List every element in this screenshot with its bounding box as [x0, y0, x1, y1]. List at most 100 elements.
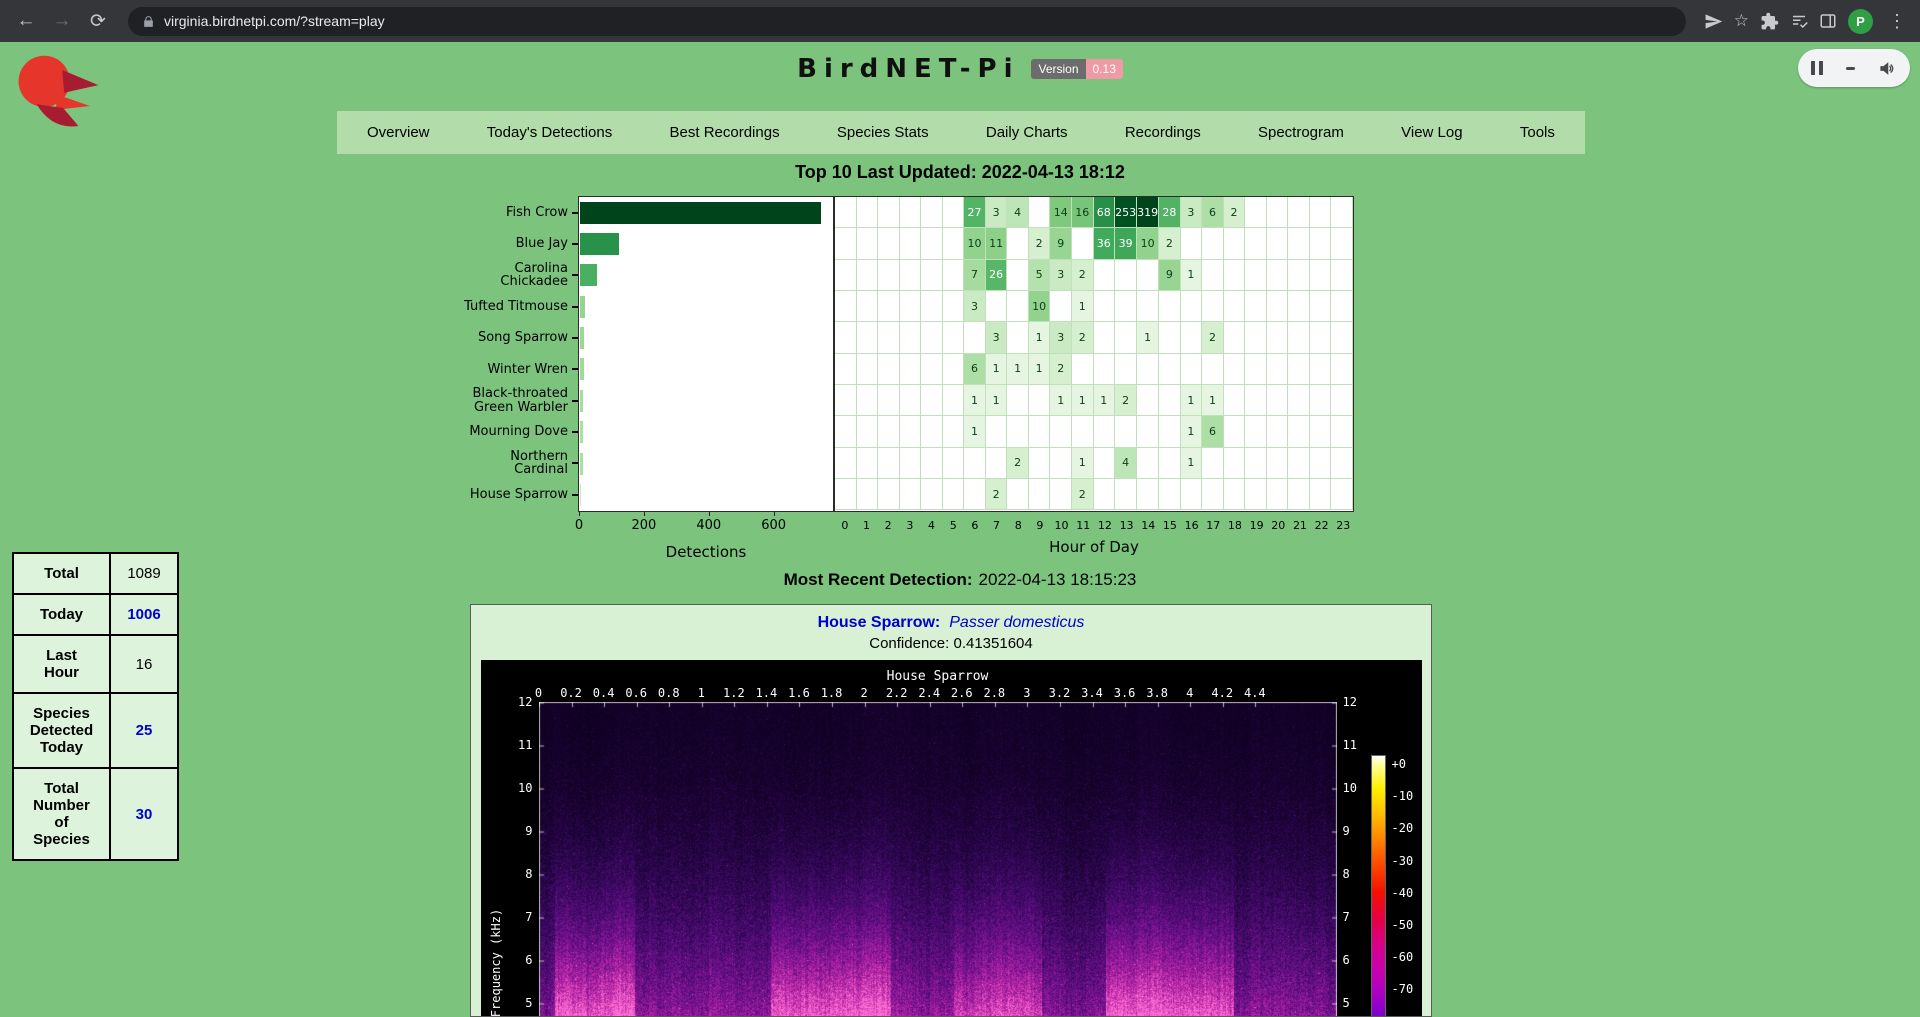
volume-icon[interactable] — [1878, 59, 1897, 78]
nav-item-tools[interactable]: Tools — [1520, 124, 1555, 141]
heatmap-cell: 3 — [1050, 260, 1072, 291]
heatmap-cell — [1224, 448, 1246, 479]
pause-icon[interactable] — [1811, 61, 1823, 75]
bookmark-star-icon[interactable]: ☆ — [1734, 11, 1749, 31]
species-common-name[interactable]: House Sparrow: — [818, 614, 941, 631]
spec-freq-tick: 5 — [507, 996, 533, 1010]
hour-axis-tick: 21 — [1289, 519, 1311, 532]
most-recent-value: 2022-04-13 18:15:23 — [979, 570, 1137, 589]
forward-icon[interactable]: → — [46, 5, 78, 37]
heatmap-cell — [943, 291, 965, 322]
lock-icon — [142, 15, 155, 28]
heatmap-cell: 14 — [1050, 197, 1072, 228]
heatmap-cell — [1288, 260, 1310, 291]
spectrogram-image: House Sparrow Frequency (kHz) 00.20.40.6… — [481, 660, 1422, 1017]
heatmap-cell: 4 — [1007, 197, 1029, 228]
url-bar[interactable]: virginia.birdnetpi.com/?stream=play — [128, 7, 1686, 36]
heatmap-cell — [943, 322, 965, 353]
heatmap-cell — [1310, 291, 1332, 322]
heatmap-cell: 10 — [964, 228, 986, 259]
heatmap-cell — [1310, 479, 1332, 510]
heatmap-cell — [1267, 416, 1289, 447]
heatmap-cell — [1094, 291, 1116, 322]
heatmap-cell — [1007, 291, 1029, 322]
heatmap-cell — [1224, 291, 1246, 322]
heatmap-cell: 2 — [1224, 197, 1246, 228]
heatmap-cell — [943, 228, 965, 259]
nav-item-daily-charts[interactable]: Daily Charts — [986, 124, 1068, 141]
heatmap-cell — [878, 228, 900, 259]
browser-menu-icon[interactable]: ⋮ — [1884, 11, 1910, 32]
heatmap-cell — [921, 197, 943, 228]
nav-item-best-recordings[interactable]: Best Recordings — [670, 124, 780, 141]
heatmap-cell: 3 — [986, 322, 1008, 353]
nav-item-today-s-detections[interactable]: Today's Detections — [487, 124, 612, 141]
chart-title: Top 10 Last Updated: 2022-04-13 18:12 — [0, 162, 1920, 183]
nav-item-overview[interactable]: Overview — [367, 124, 430, 141]
stats-value[interactable]: 1006 — [127, 606, 160, 623]
heatmap-cell — [1094, 322, 1116, 353]
heatmap-cell — [857, 260, 879, 291]
audio-player[interactable] — [1798, 49, 1910, 87]
send-icon[interactable] — [1704, 12, 1723, 31]
detections-bar — [580, 327, 584, 349]
heatmap-cell — [1267, 260, 1289, 291]
nav-item-view-log[interactable]: View Log — [1401, 124, 1462, 141]
reload-icon[interactable]: ⟳ — [82, 5, 114, 37]
hour-axis-tick: 9 — [1029, 519, 1051, 532]
heatmap-cell: 2 — [1029, 228, 1051, 259]
heatmap-cell — [1267, 479, 1289, 510]
heatmap-cell — [1072, 354, 1094, 385]
heatmap-cell — [835, 322, 857, 353]
heatmap-cell — [943, 260, 965, 291]
heatmap-cell — [943, 385, 965, 416]
nav-bar: Overview Today's Detections Best Recording… — [337, 111, 1585, 154]
nav-item-spectrogram[interactable]: Spectrogram — [1258, 124, 1344, 141]
spec-time-tick: 1.2 — [723, 686, 745, 700]
spec-db-tick: +0 — [1392, 757, 1406, 771]
reading-list-icon[interactable] — [1790, 12, 1808, 30]
heatmap-cell — [857, 448, 879, 479]
stats-value[interactable]: 30 — [136, 806, 153, 823]
heatmap-cell: 6 — [1202, 197, 1224, 228]
url-text: virginia.birdnetpi.com/?stream=play — [164, 13, 385, 29]
hour-axis-tick: 6 — [964, 519, 986, 532]
nav-item-species-stats[interactable]: Species Stats — [837, 124, 929, 141]
heatmap-cell: 6 — [964, 354, 986, 385]
heatmap-cell: 2 — [1072, 322, 1094, 353]
heatmap-cell — [900, 260, 922, 291]
heatmap-cell — [1288, 416, 1310, 447]
heatmap-cell — [921, 322, 943, 353]
side-panel-icon[interactable] — [1819, 12, 1837, 30]
heatmap-cell — [1245, 448, 1267, 479]
heatmap-cell — [1159, 385, 1181, 416]
hour-axis-tick: 7 — [986, 519, 1008, 532]
heatmap-cell — [900, 354, 922, 385]
heatmap-cell: 10 — [1137, 228, 1159, 259]
heatmap-cell — [1224, 416, 1246, 447]
heatmap-cell — [1288, 385, 1310, 416]
heatmap-cell — [1137, 416, 1159, 447]
species-label: Winter Wren — [428, 354, 578, 385]
stats-value[interactable]: 25 — [136, 722, 153, 739]
profile-avatar[interactable]: P — [1848, 9, 1873, 34]
back-icon[interactable]: ← — [10, 5, 42, 37]
heatmap-cell — [1137, 354, 1159, 385]
hour-axis-tick: 19 — [1246, 519, 1268, 532]
heatmap-cell — [1245, 291, 1267, 322]
heatmap-cell — [1288, 479, 1310, 510]
spec-time-tick: 3 — [1023, 686, 1030, 700]
heatmap-cell — [1224, 322, 1246, 353]
heatmap-cell — [1245, 228, 1267, 259]
detections-axis-title: Detections — [578, 543, 834, 561]
extensions-icon[interactable] — [1760, 12, 1779, 31]
heatmap-cell — [1331, 416, 1353, 447]
detections-bar-chart — [578, 196, 834, 512]
heatmap-cell: 319 — [1137, 197, 1159, 228]
heatmap-cell — [964, 479, 986, 510]
detections-bar — [580, 202, 821, 224]
heatmap-cell: 11 — [986, 228, 1008, 259]
nav-item-recordings[interactable]: Recordings — [1125, 124, 1201, 141]
heatmap-cell — [900, 291, 922, 322]
heatmap-cell — [1181, 322, 1203, 353]
